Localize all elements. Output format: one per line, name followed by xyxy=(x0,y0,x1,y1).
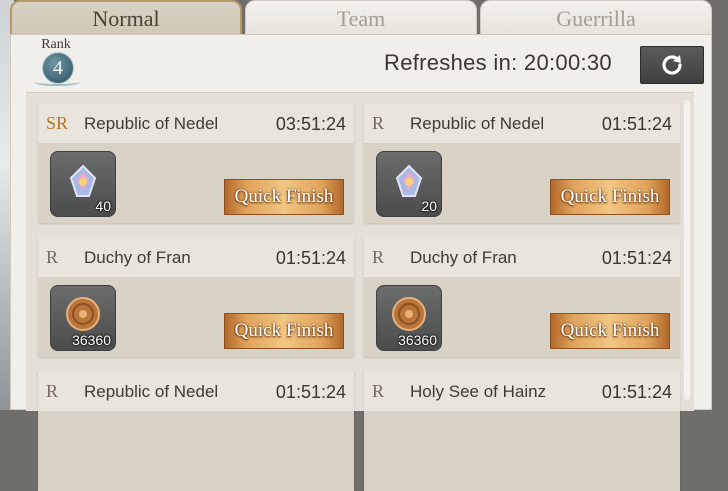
rarity-badge: R xyxy=(46,247,59,267)
mission-card[interactable]: R Duchy of Fran 01:51:24 36360 Quick Fin… xyxy=(364,237,680,357)
rarity-badge: R xyxy=(372,113,385,133)
tab-normal[interactable]: Normal xyxy=(10,0,242,36)
refresh-icon xyxy=(662,55,682,75)
mission-name: Holy See of Hainz xyxy=(410,381,547,401)
mission-name: Republic of Nedel xyxy=(84,113,219,133)
rank-value: 4 xyxy=(53,56,63,79)
mission-header: R Republic of Nedel 01:51:24 xyxy=(364,103,680,143)
rank-label: Rank xyxy=(41,37,71,52)
mission-header: SR Republic of Nedel 03:51:24 xyxy=(38,103,354,143)
mission-header: R Holy See of Hainz 01:51:24 xyxy=(364,371,680,411)
rarity-badge: R xyxy=(46,381,59,401)
reward-item[interactable]: 20 xyxy=(376,151,442,217)
rank-wings-icon xyxy=(34,78,80,86)
mission-card[interactable]: R Holy See of Hainz 01:51:24 xyxy=(364,371,680,491)
mission-name: Duchy of Fran xyxy=(84,247,191,267)
rarity-badge: R xyxy=(372,381,385,401)
reward-count: 36360 xyxy=(72,332,111,348)
mission-timer: 01:51:24 xyxy=(601,248,672,268)
refresh-button[interactable] xyxy=(640,46,704,84)
refresh-timer: Refreshes in: 20:00:30 xyxy=(384,50,612,75)
mission-name: Republic of Nedel xyxy=(410,113,545,133)
rarity-badge: SR xyxy=(46,113,69,133)
reward-item[interactable]: 36360 xyxy=(50,285,116,351)
quick-finish-button[interactable]: Quick Finish xyxy=(224,179,344,215)
tab-team[interactable]: Team xyxy=(245,0,477,36)
mission-card[interactable]: SR Republic of Nedel 03:51:24 40 Quick F… xyxy=(38,103,354,223)
rarity-badge: R xyxy=(372,247,385,267)
mission-timer: 01:51:24 xyxy=(275,382,346,402)
reward-count: 20 xyxy=(421,198,437,214)
list-scrollbar[interactable] xyxy=(684,100,690,400)
quick-finish-button[interactable]: Quick Finish xyxy=(224,313,344,349)
mission-card[interactable]: R Republic of Nedel 01:51:24 20 Quick Fi… xyxy=(364,103,680,223)
mission-list[interactable]: SR Republic of Nedel 03:51:24 40 Quick F… xyxy=(26,92,694,491)
mission-card[interactable]: R Republic of Nedel 01:51:24 xyxy=(38,371,354,491)
mission-header: R Republic of Nedel 01:51:24 xyxy=(38,371,354,411)
reward-count: 36360 xyxy=(398,332,437,348)
reward-count: 40 xyxy=(95,198,111,214)
mission-timer: 01:51:24 xyxy=(275,248,346,268)
mission-header: R Duchy of Fran 01:51:24 xyxy=(364,237,680,277)
mission-timer: 01:51:24 xyxy=(601,114,672,134)
mission-card[interactable]: R Duchy of Fran 01:51:24 36360 Quick Fin… xyxy=(38,237,354,357)
mission-name: Republic of Nedel xyxy=(84,381,219,401)
tab-guerrilla[interactable]: Guerrilla xyxy=(480,0,712,36)
quick-finish-button[interactable]: Quick Finish xyxy=(550,313,670,349)
mission-name: Duchy of Fran xyxy=(410,247,517,267)
quick-finish-button[interactable]: Quick Finish xyxy=(550,179,670,215)
reward-item[interactable]: 36360 xyxy=(376,285,442,351)
mission-header: R Duchy of Fran 01:51:24 xyxy=(38,237,354,277)
mission-timer: 01:51:24 xyxy=(601,382,672,402)
rank-emblem: Rank 4 xyxy=(24,38,88,86)
reward-item[interactable]: 40 xyxy=(50,151,116,217)
mission-timer: 03:51:24 xyxy=(275,114,346,134)
